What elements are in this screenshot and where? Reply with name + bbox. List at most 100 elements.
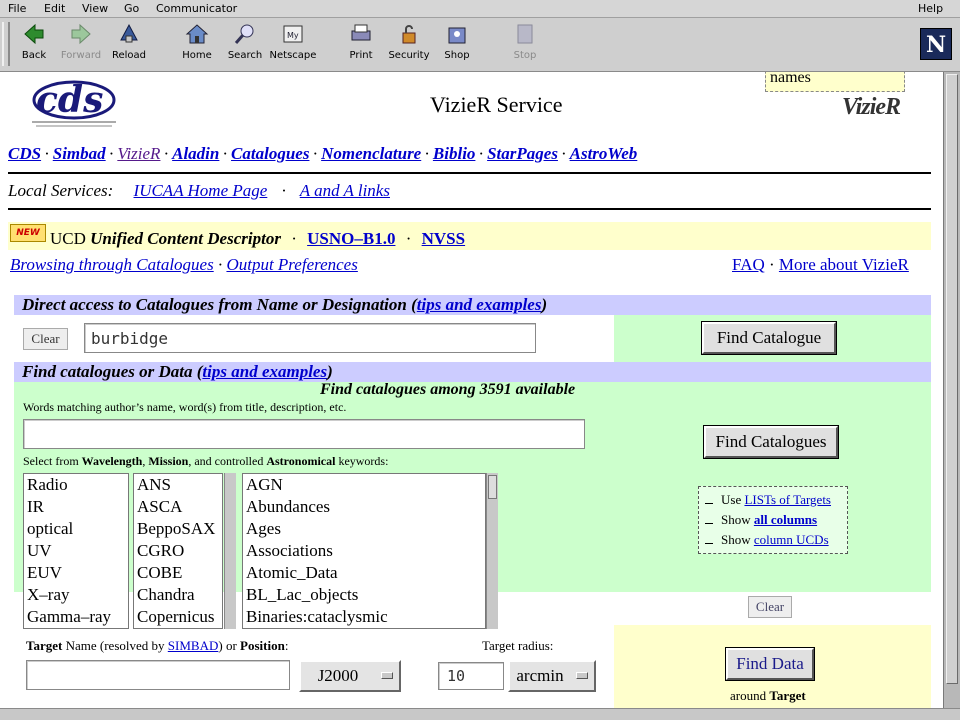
keyword-list-scrollbar[interactable] [486,473,498,629]
wavelength-list[interactable]: Radio IR optical UV EUV X–ray Gamma–ray [23,473,129,629]
link-separator: · [405,229,412,248]
clear-find-button[interactable]: Clear [748,596,792,618]
list-item[interactable]: Radio [24,474,128,496]
list-item[interactable]: Ages [243,518,485,540]
list-item[interactable]: AGN [243,474,485,496]
link-faq[interactable]: FAQ [732,255,765,274]
checkbox[interactable] [705,515,713,524]
browse-links: Browsing through Catalogues · Output Pre… [10,255,358,275]
back-button[interactable]: Back [9,20,59,68]
list-item[interactable]: Atomic_Data [243,562,485,584]
nav-simbad[interactable]: Simbad [53,144,106,163]
option-show-ucds[interactable]: Show column UCDs [699,530,847,550]
list-item[interactable]: UV [24,540,128,562]
netscape-button[interactable]: My Netscape [268,20,318,68]
target-label-position: Position [240,638,285,653]
list-item[interactable]: Copernicus [134,606,222,628]
link-nvss[interactable]: NVSS [422,229,465,248]
page-scrollbar[interactable] [943,72,960,708]
menu-help[interactable]: Help [918,2,943,15]
radius-unit-select[interactable]: arcmin [508,660,596,692]
netscape-logo[interactable]: N [920,28,952,60]
checkbox[interactable] [705,495,713,504]
list-item[interactable]: ASCA [134,496,222,518]
link-separator: · [281,181,286,200]
keyword-list-scroll-thumb[interactable] [488,475,497,499]
nav-nomenclature[interactable]: Nomenclature [321,144,421,163]
list-item[interactable]: Abundances [243,496,485,518]
navigation-toolbar: Back Forward Reload Home Search My Netsc… [0,18,960,72]
equinox-select[interactable]: J2000 [299,660,401,692]
nav-astroweb[interactable]: AstroWeb [570,144,638,163]
option-show-all-columns[interactable]: Show all columns [699,510,847,530]
menu-communicator[interactable]: Communicator [156,2,237,15]
list-item[interactable]: Chandra [134,584,222,606]
list-item[interactable]: X–ray [24,584,128,606]
link-usno-b1[interactable]: USNO–B1.0 [307,229,395,248]
list-item[interactable]: Gamma–ray [24,606,128,628]
link-output-preferences[interactable]: Output Preferences [226,255,357,274]
link-simbad[interactable]: SIMBAD [168,638,219,653]
list-item[interactable]: IR [24,496,128,518]
list-item[interactable]: optical [24,518,128,540]
forward-button[interactable]: Forward [56,20,106,68]
security-button[interactable]: Security [384,20,434,68]
link-lists-of-targets[interactable]: LISTs of Targets [744,492,831,507]
search-button[interactable]: Search [220,20,270,68]
find-catalogue-button[interactable]: Find Catalogue [702,322,836,354]
option-use-lists[interactable]: Use LISTs of Targets [699,490,847,510]
find-catalogues-button[interactable]: Find Catalogues [704,426,838,458]
divider [8,172,931,174]
list-item[interactable]: BeppoSAX [134,518,222,540]
checkbox[interactable] [705,535,713,544]
nav-cds[interactable]: CDS [8,144,41,163]
keyword-list[interactable]: AGN Abundances Ages Associations Atomic_… [242,473,486,629]
link-tips-direct[interactable]: tips and examples [417,295,542,314]
nav-vizier[interactable]: VizieR [117,144,160,163]
menu-go[interactable]: Go [124,2,139,15]
list-item[interactable]: Associations [243,540,485,562]
catalogue-name-input[interactable]: burbidge [84,323,536,353]
radius-input[interactable]: 10 [438,662,504,690]
list-item[interactable]: BL_Lac_objects [243,584,485,606]
list-item[interactable]: CGRO [134,540,222,562]
words-input[interactable] [23,419,585,449]
link-all-columns[interactable]: all columns [754,512,817,527]
link-a-and-a[interactable]: A and A links [300,181,390,200]
reload-button[interactable]: Reload [104,20,154,68]
link-iucaa-home[interactable]: IUCAA Home Page [134,181,268,200]
list-item[interactable]: EUV [24,562,128,584]
nav-biblio[interactable]: Biblio [433,144,476,163]
mission-list-scrollbar[interactable] [224,473,236,629]
output-options: Use LISTs of Targets Show all columns Sh… [698,486,848,554]
stop-button[interactable]: Stop [500,20,550,68]
page-scroll-thumb[interactable] [946,74,958,684]
cds-logo[interactable]: cds [26,76,128,132]
list-item[interactable]: ANS [134,474,222,496]
find-data-button[interactable]: Find Data [726,648,814,680]
print-button[interactable]: Print [336,20,386,68]
target-name-input[interactable] [26,660,290,690]
list-item[interactable]: Binaries:cataclysmic [243,606,485,628]
link-browsing-catalogues[interactable]: Browsing through Catalogues [10,255,214,274]
target-label-text: : [284,638,289,653]
option-label: Use [721,492,745,507]
mission-list[interactable]: ANS ASCA BeppoSAX CGRO COBE Chandra Cope… [133,473,223,629]
link-more-about-vizier[interactable]: More about VizieR [779,255,909,274]
link-column-ucds[interactable]: column UCDs [754,532,829,547]
menu-file[interactable]: File [8,2,26,15]
menu-view[interactable]: View [82,2,108,15]
svg-text:My: My [287,31,299,40]
link-tips-find[interactable]: tips and examples [202,362,327,381]
target-label-text: ) or [218,638,241,653]
home-button[interactable]: Home [172,20,222,68]
home-icon [185,24,209,44]
shop-button[interactable]: Shop [432,20,482,68]
nav-catalogues[interactable]: Catalogues [231,144,309,163]
menu-edit[interactable]: Edit [44,2,65,15]
nav-aladin[interactable]: Aladin [172,144,219,163]
clear-direct-button[interactable]: Clear [23,328,68,350]
list-item[interactable]: COBE [134,562,222,584]
vizier-logo[interactable]: VizieR [842,94,901,121]
nav-starpages[interactable]: StarPages [487,144,558,163]
